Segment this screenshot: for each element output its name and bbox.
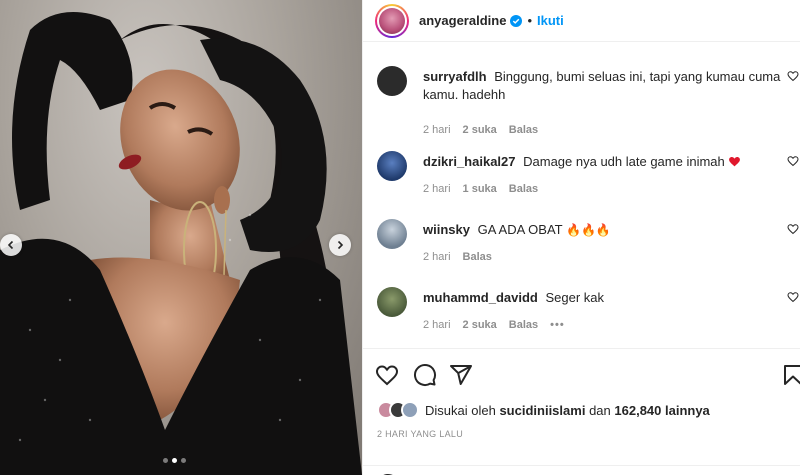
comment-time: 2 hari <box>423 319 451 331</box>
comment-icon[interactable] <box>413 363 437 387</box>
post-header: anyageraldine • Ikuti <box>363 0 800 42</box>
liked-by-middle: dan <box>589 402 611 418</box>
post-date: 2 HARI YANG LALU <box>377 429 463 439</box>
liked-by-user[interactable]: sucidiniislami <box>499 403 585 418</box>
bookmark-icon[interactable] <box>781 363 800 387</box>
commenter-avatar[interactable] <box>377 151 407 181</box>
commenter-avatar[interactable] <box>377 219 407 249</box>
reply-button[interactable]: Balas <box>509 319 538 331</box>
commenter-username[interactable]: wiinsky <box>423 222 470 237</box>
carousel-dot <box>163 458 168 463</box>
comment-likes[interactable]: 1 suka <box>463 183 497 195</box>
header-separator: • <box>527 13 532 28</box>
comment-text: GA ADA OBAT <box>477 222 563 237</box>
add-comment-area[interactable] <box>363 465 800 475</box>
comment-time: 2 hari <box>423 251 451 263</box>
carousel-next-button[interactable] <box>329 234 351 256</box>
reply-button[interactable]: Balas <box>463 251 492 263</box>
carousel-prev-button[interactable] <box>0 234 22 256</box>
post-photo[interactable] <box>0 0 362 475</box>
carousel-dot <box>181 458 186 463</box>
post-details-panel: anyageraldine • Ikuti surryafdlh Binggun… <box>362 0 800 475</box>
comment-text: Seger kak <box>545 290 605 305</box>
follow-button[interactable]: Ikuti <box>537 13 564 28</box>
heart-icon[interactable] <box>787 155 799 167</box>
commenter-avatar[interactable] <box>377 287 407 317</box>
commenter-username[interactable]: surryafdlh <box>423 69 487 84</box>
carousel-dot-active <box>172 458 177 463</box>
comment-time: 2 hari <box>423 124 451 136</box>
post-actions: Disukai oleh sucidiniislami dan 162,840 … <box>363 348 800 475</box>
portrait-image <box>0 12 362 475</box>
heart-icon[interactable] <box>787 223 799 235</box>
author-username[interactable]: anyageraldine <box>419 13 506 28</box>
fire-emoji-icon: 🔥🔥🔥 <box>566 223 611 237</box>
like-heart-icon[interactable] <box>375 363 399 387</box>
likes-count[interactable]: 162,840 lainnya <box>614 403 709 418</box>
chevron-right-icon <box>337 240 344 250</box>
liker-avatar <box>401 401 419 419</box>
verified-badge-icon <box>510 14 523 27</box>
author-avatar[interactable] <box>375 3 409 38</box>
heart-icon[interactable] <box>787 70 799 82</box>
red-heart-emoji-icon <box>729 156 741 167</box>
comment-likes[interactable]: 2 suka <box>463 319 497 331</box>
comment-time: 2 hari <box>423 183 451 195</box>
commenter-username[interactable]: dzikri_haikal27 <box>423 154 516 169</box>
comment-text: Damage nya udh late game inimah <box>523 154 725 169</box>
commenter-avatar[interactable] <box>377 66 407 96</box>
reply-button[interactable]: Balas <box>509 183 538 195</box>
share-icon[interactable] <box>449 363 473 387</box>
carousel-indicator <box>163 458 186 463</box>
reply-button[interactable]: Balas <box>509 124 538 136</box>
likes-summary: Disukai oleh sucidiniislami dan 162,840 … <box>377 401 710 419</box>
chevron-left-icon <box>7 240 14 250</box>
heart-icon[interactable] <box>787 291 799 303</box>
liked-by-prefix: Disukai oleh <box>425 402 496 418</box>
comment-options-button[interactable]: ••• <box>550 319 565 331</box>
commenter-username[interactable]: muhammd_davidd <box>423 290 538 305</box>
comment-likes[interactable]: 2 suka <box>463 124 497 136</box>
